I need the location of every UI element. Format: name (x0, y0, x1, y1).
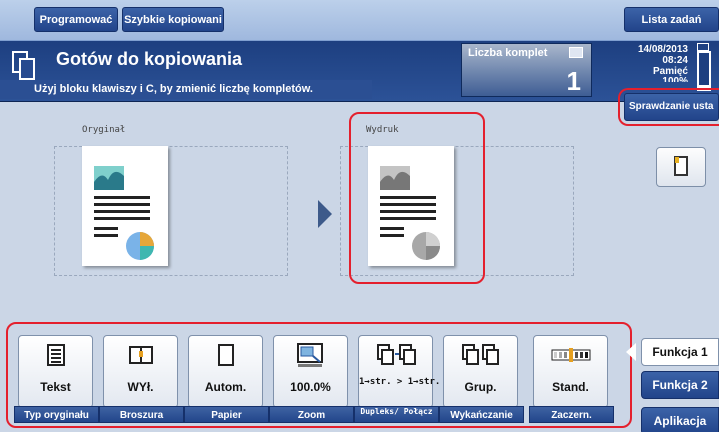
status-title: Gotów do kopiowania (56, 49, 242, 69)
keypad-icon (569, 47, 583, 58)
job-list-button[interactable]: Lista zadań (624, 7, 719, 32)
copies-label: Liczba komplet (468, 47, 548, 59)
original-page-preview (82, 146, 168, 266)
check-settings-highlight-frame (618, 88, 719, 126)
functions-highlight-frame (6, 322, 632, 428)
tab-function-2[interactable]: Funkcja 2 (641, 371, 719, 399)
active-tab-pointer (626, 343, 636, 361)
time: 08:24 (662, 55, 688, 66)
memory-icon (697, 43, 709, 51)
original-label: Oryginał (82, 125, 126, 135)
tab-application[interactable]: Aplikacja (641, 407, 719, 432)
preview-arrow-icon (318, 200, 332, 228)
status-bar: Gotów do kopiowania Użyj bloku klawiszy … (0, 40, 719, 102)
output-highlight-frame (349, 112, 485, 284)
paper-icon (674, 156, 688, 176)
quick-copy-button[interactable]: Szybkie kopiowani (122, 7, 224, 32)
status-message: Użyj bloku klawiszy i C, by zmienić licz… (0, 80, 372, 99)
copies-value: 1 (566, 66, 581, 96)
paper-settings-button[interactable] (656, 147, 706, 187)
program-button[interactable]: Programować (34, 7, 118, 32)
date-time: 14/08/2013 08:24 Pamięć 100% (620, 44, 688, 82)
original-page-graphic (94, 166, 154, 260)
tab-function-1[interactable]: Funkcja 1 (641, 338, 719, 366)
copy-mode-icon (12, 51, 38, 81)
copies-counter[interactable]: Liczba komplet 1 (461, 43, 592, 97)
date: 14/08/2013 (637, 44, 688, 55)
memory-gauge (697, 51, 711, 91)
